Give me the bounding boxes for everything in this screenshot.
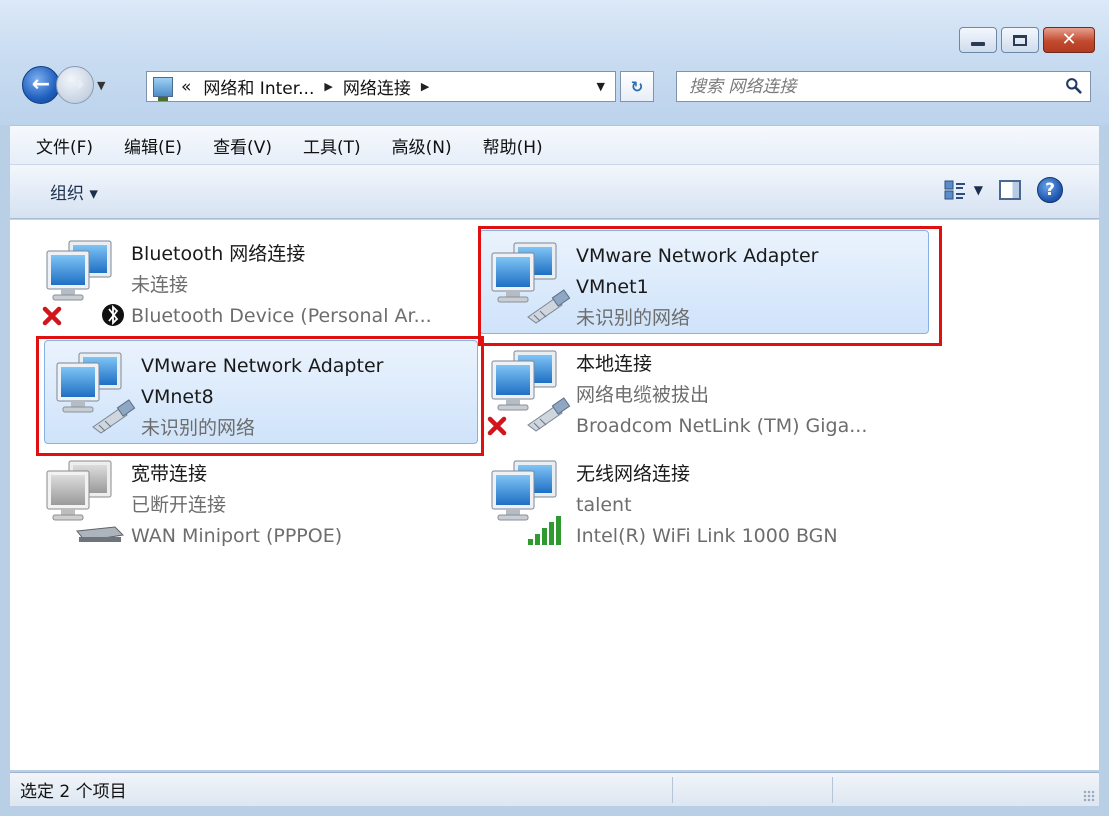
refresh-button[interactable]: ↻: [620, 71, 654, 102]
connection-status: 未连接: [131, 274, 189, 296]
connection-name: Bluetooth 网络连接: [131, 243, 306, 265]
status-divider: [672, 777, 673, 803]
close-icon: ✕: [1061, 29, 1077, 50]
menu-bar: 文件(F) 编辑(E) 查看(V) 工具(T) 高级(N) 帮助(H): [10, 125, 1099, 165]
ethernet-adapter-icon: [56, 352, 136, 434]
view-options-dropdown-icon[interactable]: ▼: [974, 183, 983, 197]
maximize-button[interactable]: [1001, 27, 1039, 53]
menu-edit[interactable]: 编辑(E): [124, 133, 182, 158]
address-bar[interactable]: « 网络和 Inter... ▶ 网络连接 ▶ ▼: [146, 71, 616, 102]
ethernet-adapter-icon: [491, 242, 571, 324]
ethernet-adapter-icon: [484, 350, 571, 439]
menu-view[interactable]: 查看(V): [213, 133, 272, 158]
connection-wireless[interactable]: 无线网络连接 talent Intel(R) WiFi Link 1000 BG…: [479, 448, 919, 552]
change-view-icon[interactable]: [944, 179, 966, 201]
connection-status: 已断开连接: [131, 494, 227, 516]
minimize-button[interactable]: [959, 27, 997, 53]
status-selection-count: 选定 2 个项目: [20, 782, 127, 802]
connection-name: 宽带连接: [131, 463, 208, 485]
bluetooth-network-icon: [39, 240, 124, 326]
back-button[interactable]: ←: [22, 66, 60, 104]
forward-button[interactable]: →: [56, 66, 94, 104]
address-overflow[interactable]: «: [181, 77, 191, 97]
connection-device: Intel(R) WiFi Link 1000 BGN: [576, 525, 838, 547]
menu-file[interactable]: 文件(F): [36, 133, 93, 158]
status-divider: [832, 777, 833, 803]
help-icon[interactable]: ?: [1037, 177, 1063, 203]
title-bar: [0, 0, 1109, 125]
command-bar: 组织 ▾ ▼ ?: [10, 165, 1099, 219]
connection-name-line2: VMnet8: [141, 386, 214, 408]
connection-name: 本地连接: [576, 353, 653, 375]
breadcrumb-network-connections[interactable]: 网络连接: [343, 74, 411, 99]
menu-advanced[interactable]: 高级(N): [392, 133, 452, 158]
connection-vmnet8[interactable]: VMware Network Adapter VMnet8 未识别的网络: [44, 340, 478, 444]
broadband-modem-icon: [46, 460, 125, 542]
breadcrumb-separator-icon[interactable]: ▶: [324, 80, 332, 93]
command-bar-tools: ▼ ?: [944, 177, 1063, 203]
connection-bluetooth[interactable]: Bluetooth 网络连接 未连接 Bluetooth Device (Per…: [34, 228, 474, 332]
navigation-buttons: ← → ▼: [22, 66, 105, 104]
connection-status: 未识别的网络: [576, 307, 691, 329]
connection-broadband[interactable]: 宽带连接 已断开连接 WAN Miniport (PPPOE): [34, 448, 474, 552]
connection-device: Bluetooth Device (Personal Ar...: [131, 305, 432, 327]
back-arrow-icon: ←: [31, 72, 51, 97]
connection-name-line2: VMnet1: [576, 276, 649, 298]
search-box[interactable]: [676, 71, 1091, 102]
breadcrumb-network-internet[interactable]: 网络和 Inter...: [203, 74, 314, 99]
connection-device: Broadcom NetLink (TM) Giga...: [576, 415, 868, 437]
preview-pane-icon[interactable]: [999, 180, 1021, 200]
connection-name: 无线网络连接: [576, 463, 691, 485]
recent-pages-dropdown[interactable]: ▼: [97, 79, 105, 92]
caption-buttons: ✕: [959, 27, 1095, 53]
connection-vmnet1[interactable]: VMware Network Adapter VMnet1 未识别的网络: [479, 230, 929, 334]
control-panel-icon: [153, 76, 173, 101]
refresh-icon: ↻: [630, 77, 644, 96]
connection-device: WAN Miniport (PPPOE): [131, 525, 343, 547]
menu-tools[interactable]: 工具(T): [303, 133, 361, 158]
connection-status: 网络电缆被拔出: [576, 384, 710, 406]
close-button[interactable]: ✕: [1043, 27, 1095, 53]
menu-help[interactable]: 帮助(H): [483, 133, 543, 158]
connection-local-area[interactable]: 本地连接 网络电缆被拔出 Broadcom NetLink (TM) Giga.…: [479, 338, 919, 442]
status-bar: 选定 2 个项目: [10, 772, 1099, 806]
organize-button[interactable]: 组织 ▾: [50, 179, 98, 204]
search-icon[interactable]: [1065, 77, 1082, 94]
minimize-icon: [971, 42, 985, 46]
wireless-signal-icon: [491, 460, 561, 545]
breadcrumb-separator-icon[interactable]: ▶: [421, 80, 429, 93]
connection-status: 未识别的网络: [141, 417, 256, 439]
connection-status: talent: [576, 494, 632, 516]
search-input[interactable]: [689, 76, 1029, 97]
connection-name: VMware Network Adapter: [141, 355, 384, 377]
maximize-icon: [1013, 34, 1027, 46]
resize-grip-icon[interactable]: [1083, 790, 1095, 802]
address-dropdown-icon[interactable]: ▼: [597, 80, 605, 93]
connection-name: VMware Network Adapter: [576, 245, 819, 267]
forward-arrow-icon: →: [65, 72, 85, 97]
connections-list: Bluetooth 网络连接 未连接 Bluetooth Device (Per…: [10, 220, 1099, 770]
